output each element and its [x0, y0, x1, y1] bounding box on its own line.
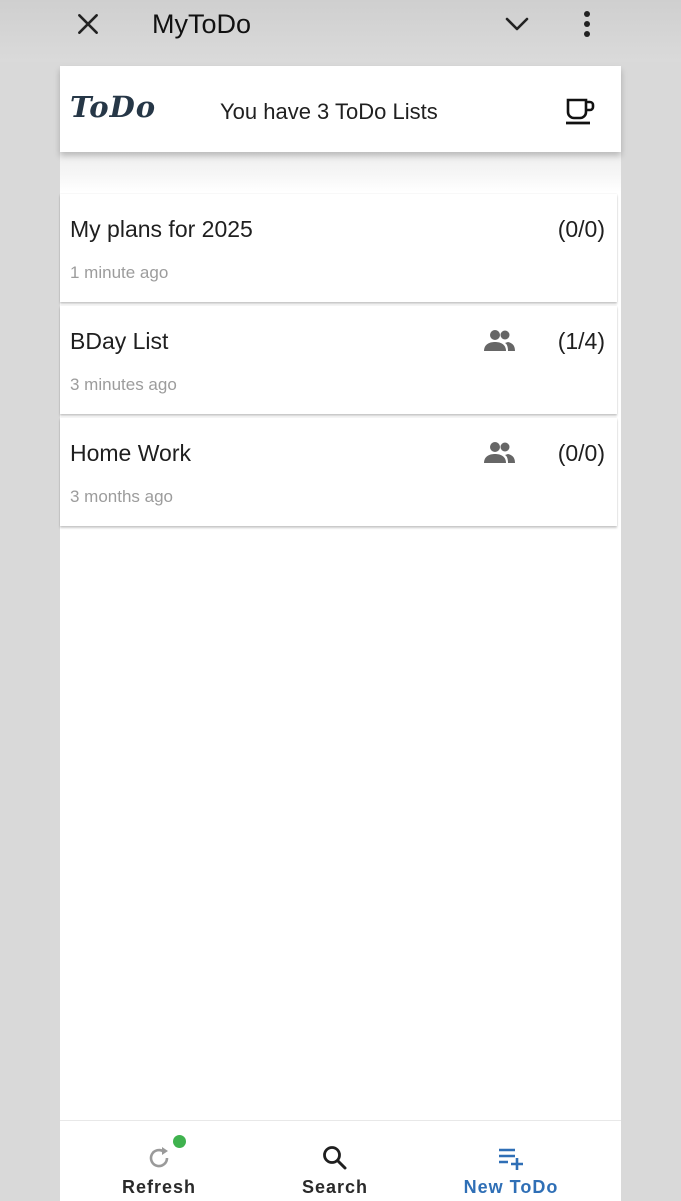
refresh-label: Refresh: [121, 1177, 197, 1197]
window-title: MyToDo: [152, 9, 252, 39]
close-button[interactable]: [72, 8, 104, 40]
refresh-button[interactable]: Refresh: [84, 1121, 234, 1201]
header-shadow-strip: [60, 152, 621, 192]
todo-list-item[interactable]: BDay List 3 minutes ago (1/4): [60, 306, 617, 414]
list-name: Home Work: [70, 440, 191, 466]
app-panel: ToDo You have 3 ToDo Lists My plans for …: [60, 66, 621, 1201]
search-icon: [323, 1146, 347, 1170]
list-timestamp: 3 minutes ago: [70, 375, 177, 394]
search-button[interactable]: Search: [260, 1121, 410, 1201]
list-timestamp: 3 months ago: [70, 487, 174, 506]
shared-people-icon: [484, 330, 515, 351]
todo-list-item[interactable]: Home Work 3 months ago (0/0): [60, 418, 617, 526]
refresh-icon: [149, 1147, 169, 1168]
chevron-down-icon: [505, 17, 529, 31]
shared-people-icon: [484, 442, 515, 463]
todo-list: My plans for 2025 1 minute ago (0/0) BDa…: [60, 194, 617, 530]
list-timestamp: 1 minute ago: [70, 263, 169, 282]
close-icon: [78, 14, 98, 34]
list-name: My plans for 2025: [70, 216, 253, 242]
coffee-cup-icon: [566, 98, 595, 125]
search-label: Search: [301, 1177, 369, 1197]
coffee-button[interactable]: [564, 96, 596, 126]
new-todo-label: New ToDo: [463, 1177, 559, 1197]
bottom-navigation: Refresh Search New ToDo: [60, 1120, 621, 1201]
new-todo-button[interactable]: New ToDo: [436, 1121, 586, 1201]
list-summary: You have 3 ToDo Lists: [220, 99, 438, 124]
list-progress-count: (0/0): [557, 216, 605, 242]
top-bar: MyToDo: [0, 0, 681, 62]
list-name: BDay List: [70, 328, 169, 354]
list-progress-count: (0/0): [557, 440, 605, 466]
playlist-add-icon: [499, 1148, 523, 1170]
todo-list-item[interactable]: My plans for 2025 1 minute ago (0/0): [60, 194, 617, 302]
app-logo: ToDo: [70, 90, 157, 124]
dropdown-button[interactable]: [500, 8, 534, 40]
overflow-menu-button[interactable]: [572, 6, 602, 42]
app-header: ToDo You have 3 ToDo Lists: [60, 66, 621, 152]
list-progress-count: (1/4): [557, 328, 605, 354]
more-vert-icon: [584, 11, 590, 37]
sync-status-dot: [173, 1135, 186, 1148]
